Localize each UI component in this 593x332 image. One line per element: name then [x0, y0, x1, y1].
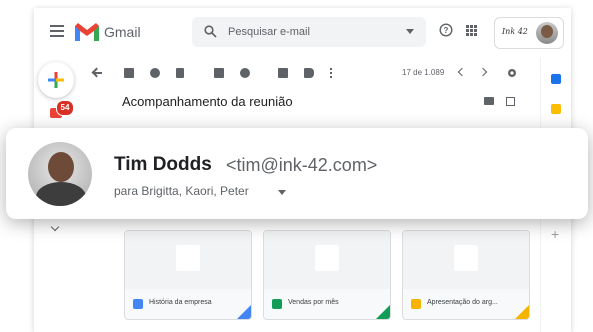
- help-icon[interactable]: ?: [439, 23, 453, 37]
- slides-icon: [411, 299, 421, 309]
- recipients-line: para Brigitta, Kaori, Peter: [114, 184, 249, 198]
- attachment-preview: [403, 231, 529, 289]
- newer-icon[interactable]: [457, 67, 467, 77]
- print-icon[interactable]: [484, 97, 494, 105]
- show-details-chevron-icon[interactable]: [278, 190, 286, 195]
- unread-count-badge: 54: [56, 100, 74, 116]
- plus-icon: [48, 72, 64, 88]
- email-subject: Acompanhamento da reunião: [122, 94, 293, 109]
- back-icon[interactable]: [92, 68, 102, 78]
- svg-text:?: ?: [444, 26, 449, 35]
- attachment-card[interactable]: Apresentação do arg...: [402, 230, 530, 320]
- sheets-icon: [272, 299, 282, 309]
- attachment-preview: [264, 231, 390, 289]
- header: Gmail Pesquisar e-mail ? Ink 42: [34, 8, 571, 58]
- file-corner-icon: [376, 305, 390, 319]
- open-in-new-window-icon[interactable]: [506, 97, 515, 106]
- attachment-name: Apresentação do arg...: [427, 299, 498, 306]
- file-corner-icon: [515, 305, 529, 319]
- attachment-name: História da empresa: [149, 299, 212, 306]
- report-spam-icon[interactable]: [150, 68, 160, 78]
- avatar[interactable]: [536, 22, 558, 44]
- add-addon-icon[interactable]: +: [551, 226, 559, 242]
- search-options-icon[interactable]: [406, 29, 414, 34]
- account-chip[interactable]: Ink 42: [494, 17, 564, 49]
- compose-button[interactable]: [38, 62, 74, 98]
- docs-icon: [133, 299, 143, 309]
- calendar-icon[interactable]: [551, 74, 561, 84]
- move-to-icon[interactable]: [278, 68, 288, 78]
- sender-card-popup: Tim Dodds <tim@ink-42.com> para Brigitta…: [6, 128, 588, 219]
- menu-icon[interactable]: [50, 25, 64, 37]
- gear-icon[interactable]: [506, 67, 518, 79]
- attachment-name: Vendas por mês: [288, 299, 339, 306]
- search-bar[interactable]: Pesquisar e-mail: [192, 17, 426, 47]
- label-icon[interactable]: [304, 68, 314, 78]
- sender-email: <tim@ink-42.com>: [226, 155, 378, 175]
- attachment-preview: [125, 231, 251, 289]
- slides-thumbnail-icon: [454, 245, 478, 271]
- search-input[interactable]: Pesquisar e-mail: [228, 26, 310, 38]
- archive-icon[interactable]: [124, 68, 134, 78]
- older-icon[interactable]: [478, 67, 488, 77]
- ink42-logo: Ink 42: [502, 27, 528, 36]
- message-toolbar: 17 de 1.089: [82, 58, 532, 90]
- more-options-icon[interactable]: [330, 68, 334, 78]
- delete-icon[interactable]: [176, 68, 184, 78]
- doc-thumbnail-icon: [176, 245, 200, 271]
- snooze-icon[interactable]: [240, 68, 250, 78]
- gmail-logo-icon: [75, 23, 99, 41]
- mark-unread-icon[interactable]: [214, 68, 224, 78]
- apps-grid-icon[interactable]: [466, 25, 477, 36]
- file-corner-icon: [237, 305, 251, 319]
- page-count: 17 de 1.089: [402, 68, 445, 77]
- keep-icon[interactable]: [551, 104, 561, 114]
- sender-avatar: [28, 142, 92, 206]
- sender-name: Tim Dodds: [114, 154, 212, 175]
- sheet-thumbnail-icon: [315, 245, 339, 271]
- attachment-card[interactable]: História da empresa: [124, 230, 252, 320]
- search-icon[interactable]: [204, 25, 217, 38]
- attachment-card[interactable]: Vendas por mês: [263, 230, 391, 320]
- app-name: Gmail: [104, 24, 141, 40]
